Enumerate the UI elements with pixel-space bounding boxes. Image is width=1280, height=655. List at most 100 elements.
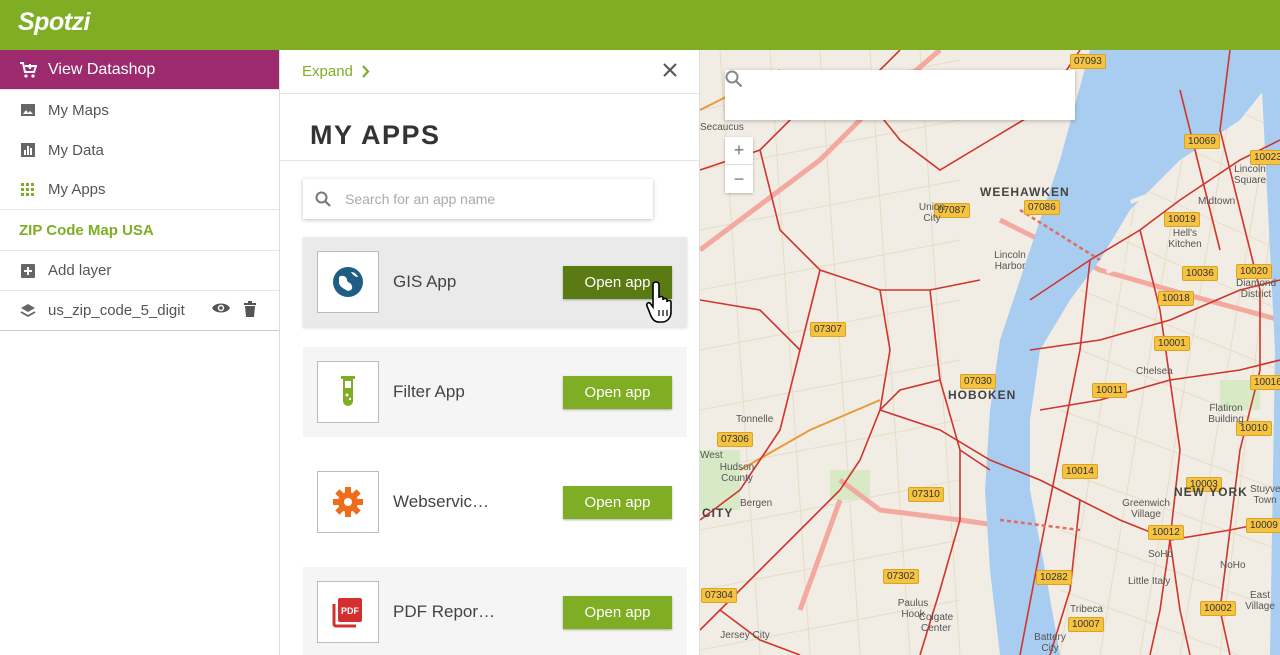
place-label: Tonnelle [736,414,774,425]
layer-row[interactable]: us_zip_code_5_digit [0,291,279,331]
map-search[interactable] [725,70,1075,120]
open-app-button[interactable]: Open app [563,595,672,629]
zip-label: 10282 [1036,570,1072,585]
sidebar-item-my-maps[interactable]: My Maps [0,90,279,130]
place-label: Lincoln Harbor [994,250,1026,272]
view-datashop-button[interactable]: View Datashop [0,50,279,90]
layers-icon [19,302,37,320]
place-label: Diamond District [1235,278,1277,300]
app-name: GIS App [393,272,457,291]
zip-label: 10011 [1092,383,1128,398]
plus-box-icon [19,262,37,280]
zip-label: 07086 [1024,200,1060,215]
search-icon [315,191,331,207]
place-label: Greenwich Village [1122,498,1170,520]
zip-label: 10012 [1148,525,1184,540]
place-label: Flatiron Building [1208,403,1244,425]
place-label: Tribeca [1070,604,1103,615]
place-label: West [700,450,723,461]
photo-icon [19,101,37,119]
spotzi-logo[interactable]: Spotzi [18,8,91,37]
place-label: Battery City [1034,632,1066,654]
apps-panel: Expand MY APPS GIS App Open app Filter A… [280,50,700,655]
add-layer-button[interactable]: Add layer [0,251,279,291]
place-label: NEW YORK [1174,485,1248,499]
sidebar-item-label: My Maps [48,101,109,119]
expand-label: Expand [302,63,353,80]
place-label: Chelsea [1136,366,1173,377]
sidebar: View Datashop My Maps My Data My Apps ZI… [0,50,293,655]
place-label: Hudson County [719,462,755,484]
zip-label: 10001 [1154,336,1190,351]
zip-label: 10009 [1246,518,1280,533]
zip-label: 07304 [701,588,737,603]
hand-cursor-icon [645,280,679,331]
app-search[interactable] [303,179,653,219]
app-name: Filter App [393,382,465,401]
cart-icon [19,61,37,79]
place-label: WEEHAWKEN [980,185,1070,199]
zip-label: 10020 [1236,264,1272,279]
zip-label: 10014 [1062,464,1098,479]
zip-label: 10036 [1182,266,1218,281]
place-label: Bergen [740,498,773,509]
place-label: Lincoln Square [1233,164,1267,186]
zip-label: 07307 [810,322,846,337]
zip-label: 10019 [1164,212,1200,227]
place-label: Stuyvesant Town [1250,484,1280,506]
close-icon[interactable] [663,60,677,83]
panel-header: Expand [280,50,699,94]
zip-label: 10023 [1250,150,1280,165]
open-app-button[interactable]: Open app [563,485,672,519]
expand-button[interactable]: Expand [302,63,370,80]
sidebar-item-label: My Apps [48,181,106,198]
zoom-in-button[interactable]: + [725,137,753,165]
zip-label: 07093 [1070,54,1106,69]
zip-label: 07302 [883,569,919,584]
pdf-icon: PDF [317,581,379,643]
place-label: Little Italy [1128,576,1171,587]
zip-label: 10007 [1068,617,1104,632]
svg-text:PDF: PDF [341,606,360,616]
place-label: Midtown [1198,196,1236,207]
place-label: HOBOKEN [948,388,1017,402]
zip-label: 07306 [717,432,753,447]
place-label: Secaucus [700,122,744,133]
place-label: Jersey City [720,630,770,641]
sidebar-item-label: My Data [48,141,104,159]
page-title: MY APPS [280,94,699,161]
map-title[interactable]: ZIP Code Map USA [0,210,279,251]
app-card-filter[interactable]: Filter App Open app [303,347,687,437]
test-tube-icon [317,361,379,423]
zip-label: 10002 [1200,601,1236,616]
gear-icon [317,471,379,533]
open-app-button[interactable]: Open app [563,375,672,409]
app-card-gis[interactable]: GIS App Open app [303,237,687,327]
chevron-right-icon [362,65,370,78]
app-card-pdf[interactable]: PDF PDF Repor… Open app [303,567,687,655]
trash-icon[interactable] [243,300,257,321]
zip-label: 07030 [960,374,996,389]
app-card-webservice[interactable]: Webservic… Open app [303,457,687,547]
grid-icon [19,181,37,199]
zip-label: 10018 [1158,291,1194,306]
place-label: East Village [1245,590,1275,612]
app-name: Webservic… [393,492,490,511]
search-input[interactable] [345,191,625,207]
view-datashop-label: View Datashop [48,60,156,78]
zip-label: 07310 [908,487,944,502]
place-label: NoHo [1220,560,1246,571]
place-label: Colgate Center [918,612,954,634]
globe-icon [317,251,379,313]
search-icon [725,70,743,88]
zoom-out-button[interactable]: − [725,165,753,193]
place-label: SoHo [1148,549,1174,560]
bar-chart-icon [19,141,37,159]
layer-name: us_zip_code_5_digit [48,302,185,319]
place-label: Hell's Kitchen [1168,228,1202,250]
sidebar-item-my-data[interactable]: My Data [0,130,279,170]
sidebar-item-my-apps[interactable]: My Apps [0,170,293,210]
place-label: Union City [918,202,946,224]
map-view[interactable]: + − 07093 10069 10023 07087 07086 10019 … [700,50,1280,655]
eye-icon[interactable] [211,301,231,321]
